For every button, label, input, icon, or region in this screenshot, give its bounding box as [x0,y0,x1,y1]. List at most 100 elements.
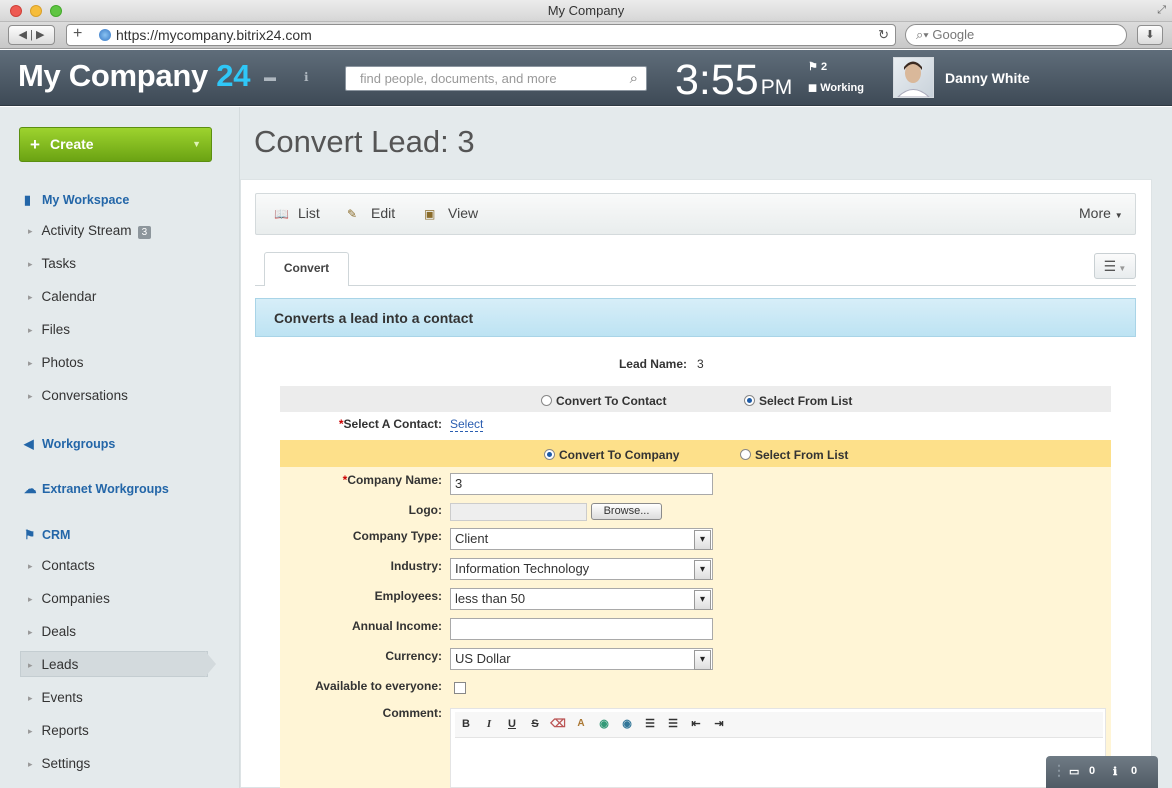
convert-to-contact-radio[interactable]: Convert To Contact [541,394,666,408]
italic-icon[interactable]: I [481,716,497,732]
google-search-field[interactable]: ⌕▾ Google [905,24,1127,46]
zoom-window-icon[interactable] [50,5,62,17]
back-forward-buttons[interactable]: ◀ | ▶ [8,25,55,45]
company-name-input[interactable]: 3 [450,473,713,495]
sidebar-item-conversations[interactable]: ▸ Conversations [28,388,128,403]
employees-label: Employees: [374,589,442,603]
convert-to-company-radio[interactable]: Convert To Company [544,448,679,462]
user-name[interactable]: Danny White [945,70,1030,86]
messages-icon[interactable]: ▬ [264,70,280,84]
sidebar-item-settings[interactable]: ▸ Settings [28,756,90,771]
view-button[interactable]: ▣ View [424,205,478,221]
tab-convert[interactable]: Convert [264,252,349,286]
settings-menu-button[interactable]: ☰ ▼ [1094,253,1136,279]
browse-button[interactable]: Browse... [591,503,662,520]
section-extranet-workgroups[interactable]: ☁ Extranet Workgroups [24,481,169,496]
radio-icon [740,449,751,460]
select-contact-from-list-radio[interactable]: Select From List [744,394,852,408]
header-search-placeholder: find people, documents, and more [360,71,557,86]
avatar[interactable] [893,57,934,98]
minimize-window-icon[interactable] [30,5,42,17]
sidebar-item-label: Companies [41,591,110,606]
lead-name-value: 3 [697,357,704,371]
remove-format-icon[interactable]: ⌫ [550,716,566,732]
search-icon[interactable]: ⌕ [630,67,638,90]
section-crm[interactable]: ⚑ CRM [24,527,70,542]
add-tab-icon[interactable]: + [73,24,82,44]
sidebar-item-calendar[interactable]: ▸ Calendar [28,289,96,304]
create-label: Create [50,136,94,152]
chevron-down-icon[interactable]: ▼ [192,128,201,161]
indent-icon[interactable]: ⇥ [711,716,727,732]
activity-count-badge: 3 [137,226,152,239]
fullscreen-icon[interactable]: ⤢ [1157,0,1166,21]
sidebar-item-contacts[interactable]: ▸ Contacts [28,558,95,573]
company-name-label: *Company Name: [342,473,442,487]
available-to-everyone-checkbox[interactable] [454,682,466,694]
bold-icon[interactable]: B [458,716,474,732]
select-contact-link[interactable]: Select [450,417,484,432]
available-label: Available to everyone: [315,679,442,693]
logo[interactable]: My Company 24 [18,58,250,94]
annual-income-input[interactable] [450,618,713,640]
workday-status[interactable]: ⚑ 2 ◼ Working [808,60,864,94]
sidebar-item-label: Files [41,322,71,337]
im-widget[interactable]: ⋮ ▭ 0 ℹ 0 [1046,756,1158,788]
sidebar-item-activity-stream[interactable]: ▸ Activity Stream 3 [28,223,152,239]
comment-label: Comment: [382,706,442,720]
drag-handle-icon[interactable]: ⋮ [1052,762,1066,779]
sidebar-item-tasks[interactable]: ▸ Tasks [28,256,76,271]
company-type-select[interactable]: Client [450,528,713,550]
sidebar-item-leads[interactable]: ▸ Leads [28,657,78,672]
chat-icon[interactable]: ▭ [1069,765,1079,778]
sidebar-item-label: Tasks [41,256,77,271]
employees-select[interactable]: less than 50 [450,588,713,610]
bullet-list-icon[interactable]: ☰ [665,716,681,732]
address-bar[interactable]: https://mycompany.bitrix24.com + ↻ [66,24,896,46]
close-window-icon[interactable] [10,5,22,17]
select-company-from-list-radio[interactable]: Select From List [740,448,848,462]
sidebar-item-reports[interactable]: ▸ Reports [28,723,89,738]
book-icon: 📖 [274,207,289,221]
insert-link-icon[interactable]: ◉ [596,716,612,732]
underline-icon[interactable]: U [504,716,520,732]
logo-file-field[interactable] [450,503,587,521]
sidebar-item-files[interactable]: ▸ Files [28,322,70,337]
sidebar-item-label: Settings [41,756,91,771]
google-search-placeholder: Google [932,27,975,42]
logo-text: My Company [18,58,208,93]
chevron-down-icon: ▼ [1114,211,1123,220]
view-icon: ▣ [424,207,436,221]
section-workgroups[interactable]: ◀ Workgroups [24,436,115,451]
globe-icon [99,29,111,41]
radio-checked-icon [744,395,755,406]
sidebar-item-deals[interactable]: ▸ Deals [28,624,76,639]
numbered-list-icon[interactable]: ☰ [642,716,658,732]
sidebar-item-photos[interactable]: ▸ Photos [28,355,84,370]
sidebar-item-companies[interactable]: ▸ Companies [28,591,110,606]
section-my-workspace[interactable]: ▮ My Workspace [24,192,129,207]
more-button[interactable]: More ▼ [1079,205,1123,221]
reload-icon[interactable]: ↻ [878,25,889,45]
view-label: View [448,205,479,221]
edit-button[interactable]: ✎ Edit [347,205,395,221]
messages-count: 0 [1089,765,1096,777]
create-button[interactable]: + Create ▼ [19,127,212,162]
currency-select[interactable]: US Dollar [450,648,713,670]
work-status: Working [820,82,864,94]
flag-icon: ⚑ [24,528,36,542]
sidebar-item-events[interactable]: ▸ Events [28,690,83,705]
downloads-icon[interactable]: ⬇ [1137,25,1163,45]
info-icon[interactable]: ℹ [1113,765,1117,778]
font-color-icon[interactable]: A [573,716,589,732]
header-search-input[interactable]: find people, documents, and more ⌕ [345,66,647,91]
industry-select[interactable]: Information Technology [450,558,713,580]
currency-label: Currency: [385,649,442,663]
notifications-icon[interactable]: ℹ [304,70,320,84]
edit-icon: ✎ [347,207,358,221]
list-button[interactable]: 📖 List [274,205,320,221]
outdent-icon[interactable]: ⇤ [688,716,704,732]
clock[interactable]: 3:55PM [675,56,792,105]
strikethrough-icon[interactable]: S [527,716,543,732]
insert-image-icon[interactable]: ◉ [619,716,635,732]
